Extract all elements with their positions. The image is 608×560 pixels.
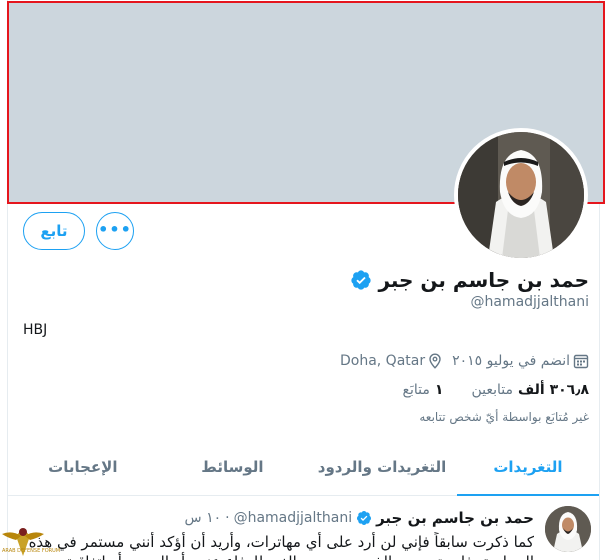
- calendar-icon: [573, 354, 589, 369]
- tweet-author-name[interactable]: حمد بن جاسم بن جبر: [376, 509, 534, 527]
- profile-tabs: التغريدات التغريدات والردود الوسائط الإع…: [8, 441, 600, 496]
- tweet-header: حمد بن جاسم بن جبر @hamadjjalthani · ١٠ …: [185, 508, 534, 528]
- location: Doha, Qatar: [340, 353, 442, 369]
- follow-button[interactable]: تابع: [23, 212, 85, 250]
- profile-avatar[interactable]: [454, 128, 588, 262]
- profile-display-name: حمد بن جاسم بن جبر: [378, 268, 589, 292]
- tab-tweets-and-replies[interactable]: التغريدات والردود: [307, 441, 457, 495]
- tweet-avatar-photo: [545, 506, 591, 552]
- profile-name-row: حمد بن جاسم بن جبر: [350, 266, 589, 294]
- followers-label: متابعين: [471, 382, 513, 398]
- followers-count: ٣٠٦٫٨ ألف: [517, 382, 589, 398]
- watermark-text: ARAB DEFENSE FORUM: [2, 548, 61, 554]
- joined-text: انضم في يوليو ٢٠١٥: [452, 353, 570, 369]
- more-options-button[interactable]: •••: [96, 212, 134, 250]
- verified-badge-icon: [351, 270, 372, 290]
- following-count: ١: [434, 382, 444, 398]
- tweet-avatar[interactable]: [545, 506, 591, 552]
- more-icon: •••: [98, 220, 132, 239]
- tweet-text[interactable]: كما ذكرت سابقاً فإني لن أرد على أي مهاتر…: [14, 532, 534, 560]
- profile-meta: انضم في يوليو ٢٠١٥ Doha, Qatar: [340, 351, 589, 371]
- tab-tweets[interactable]: التغريدات: [456, 441, 600, 496]
- profile-handle: @hamadjjalthani: [470, 294, 589, 310]
- tweet-separator: ·: [225, 510, 230, 526]
- joined-date: انضم في يوليو ٢٠١٥: [452, 353, 589, 369]
- tweet-verified-badge-icon: [357, 511, 372, 525]
- location-text: Doha, Qatar: [339, 353, 426, 369]
- tweet-author-handle[interactable]: @hamadjjalthani: [234, 510, 353, 526]
- location-pin-icon: [429, 353, 441, 369]
- followed-by-note: غير مُتابَع بواسطة أيّ شخص تتابعه: [419, 410, 589, 424]
- avatar-photo: [458, 132, 584, 258]
- followers-stat[interactable]: ٣٠٦٫٨ ألف متابعين: [471, 382, 589, 398]
- tab-likes[interactable]: الإعجابات: [8, 441, 158, 495]
- tab-media[interactable]: الوسائط: [158, 441, 308, 495]
- following-label: متابَع: [402, 382, 430, 398]
- tweet-time[interactable]: ١٠ س: [185, 510, 222, 526]
- following-stat[interactable]: ١ متابَع: [403, 382, 444, 398]
- profile-stats: ١ متابَع ٣٠٦٫٨ ألف متابعين: [403, 380, 589, 400]
- profile-bio: HBJ: [23, 322, 48, 338]
